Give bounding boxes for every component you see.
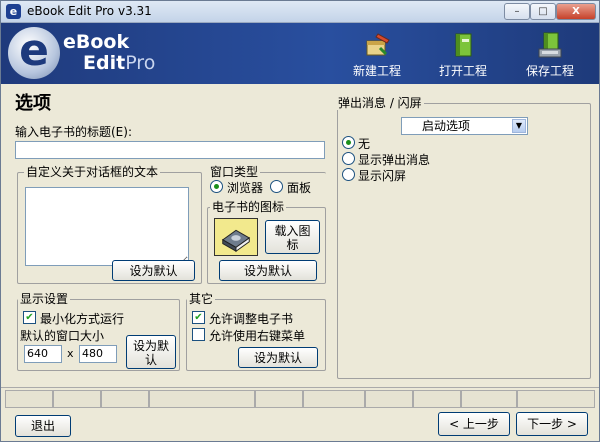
exit-button[interactable]: 退出 [15,415,71,437]
save-project-icon [538,32,562,58]
book-title-input[interactable] [15,141,325,159]
save-project-button[interactable]: 保存工程 [517,27,583,81]
load-icon-button[interactable]: 载入图标 [265,220,320,254]
display-settings-title: 显示设置 [18,292,71,306]
allow-right-menu-label: 允许使用右键菜单 [209,329,306,343]
splash-option-popup-radio[interactable] [342,152,355,165]
step-tab[interactable] [5,390,53,408]
close-button[interactable]: X [556,3,596,20]
browser-label: 浏览器 [227,181,264,195]
window-height-input[interactable]: 480 [79,345,117,363]
window-type-group: 窗口类型 浏览器 面板 [208,165,326,196]
size-separator: x [67,347,74,360]
about-text-group-title: 自定义关于对话框的文本 [24,165,161,179]
display-default-label-2: 认 [144,353,157,367]
window-size-label: 默认的窗口大小 [20,329,105,343]
load-icon-label-2: 标 [286,238,299,252]
panel-radio[interactable] [270,180,283,193]
icon-default-button[interactable]: 设为默认 [219,260,317,281]
logo-text-edit: Edit [83,52,126,74]
allow-resize-checkbox[interactable]: ✔ [192,311,205,324]
about-default-button[interactable]: 设为默认 [112,260,195,281]
splash-option-none-label: 无 [358,137,371,151]
new-project-icon [366,33,390,56]
about-text-area[interactable] [25,187,189,266]
open-project-label: 打开工程 [438,64,487,78]
banner: e eBook EditPro 新建工程 打开工程 保存工程 [1,23,599,84]
splash-option-splash-radio[interactable] [342,168,355,181]
logo-text-pro: Pro [125,52,156,74]
display-default-label-1: 设为默 [132,339,169,353]
logo-text-ebook: eBook [63,31,130,53]
splash-option-none-radio[interactable] [342,136,355,149]
step-tab[interactable] [255,390,303,408]
minimized-label: 最小化方式运行 [40,312,125,326]
chevron-down-icon[interactable]: ▼ [512,119,526,133]
step-tab[interactable] [53,390,101,408]
splash-group: 弹出消息 / 闪屏 启动选项 ▼ 无 显示弹出消息 显示闪屏 [336,96,591,379]
step-tab-strip [1,387,599,409]
splash-option-splash-label: 显示闪屏 [358,169,407,183]
next-step-button[interactable]: 下一步 > [516,412,588,436]
other-group: 其它 ✔ 允许调整电子书 允许使用右键菜单 设为默认 [186,292,326,371]
ebook-icon-preview [214,218,258,256]
other-default-button[interactable]: 设为默认 [238,347,318,368]
step-tab[interactable] [517,390,595,408]
about-text-group: 自定义关于对话框的文本 设为默认 [17,165,202,284]
maximize-button[interactable]: □ [530,3,556,20]
load-icon-label-1: 载入图 [274,224,311,238]
step-tab[interactable] [461,390,517,408]
ebook-icon-group-title: 电子书的图标 [210,200,287,214]
step-tab[interactable] [365,390,413,408]
new-project-label: 新建工程 [352,64,401,78]
splash-group-title: 弹出消息 / 闪屏 [336,96,424,110]
minimized-checkbox[interactable]: ✔ [23,311,36,324]
step-tab[interactable] [303,390,365,408]
panel-label: 面板 [287,181,312,195]
splash-select[interactable]: 启动选项 ▼ [401,117,528,135]
page-title: 选项 [15,93,51,114]
browser-radio[interactable] [210,180,223,193]
new-project-button[interactable]: 新建工程 [344,27,410,81]
step-tab[interactable] [149,390,255,408]
ebook-icon-group: 电子书的图标 载入图标 设为默认 [207,200,326,284]
step-tab[interactable] [413,390,461,408]
other-group-title: 其它 [187,292,216,306]
display-default-button[interactable]: 设为默认 [126,335,176,369]
logo-text-edit-pro: EditPro [83,52,155,74]
save-project-label: 保存工程 [525,64,574,78]
minimize-button[interactable]: – [504,3,530,20]
app-icon: e [6,4,21,19]
book-title-label: 输入电子书的标题(E): [15,125,132,139]
splash-select-value: 启动选项 [422,119,471,133]
allow-resize-label: 允许调整电子书 [209,312,294,326]
book-icon [221,229,251,253]
ebook-logo-icon: e [8,27,60,79]
allow-right-menu-checkbox[interactable] [192,328,205,341]
previous-step-button[interactable]: < 上一步 [438,412,510,436]
window-title: eBook Edit Pro v3.31 [27,4,152,18]
title-bar[interactable]: e eBook Edit Pro v3.31 – □ X [1,1,599,23]
splash-option-popup-label: 显示弹出消息 [358,153,431,167]
display-settings-group: 显示设置 ✔ 最小化方式运行 默认的窗口大小 640 x 480 设为默认 [17,292,180,371]
open-project-button[interactable]: 打开工程 [430,27,496,81]
app-window: e eBook Edit Pro v3.31 – □ X e eBook Edi… [0,0,600,442]
window-type-group-title: 窗口类型 [208,165,261,179]
step-tab[interactable] [101,390,149,408]
open-project-icon [455,33,472,57]
window-width-input[interactable]: 640 [24,345,62,363]
